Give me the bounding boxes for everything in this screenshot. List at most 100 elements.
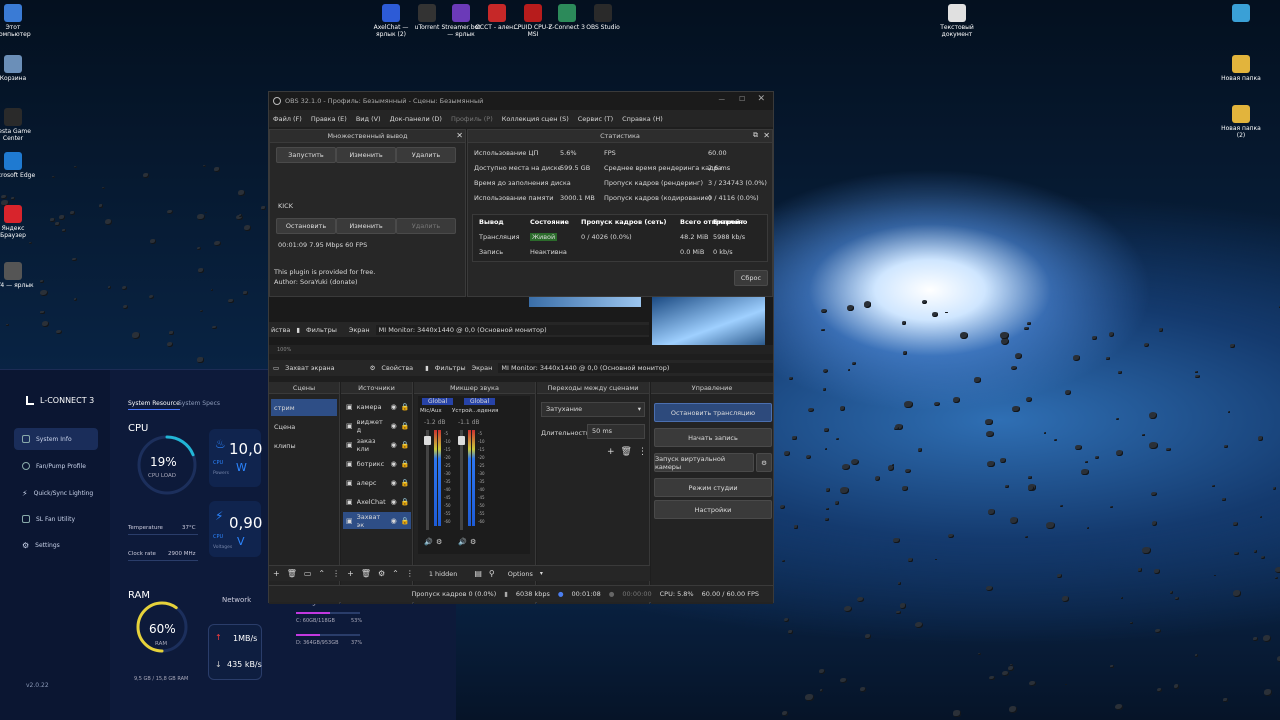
lock-icon[interactable]: 🔒: [401, 403, 410, 411]
speaker-icon[interactable]: 🔊: [458, 538, 467, 546]
eye-icon[interactable]: ◉: [391, 422, 397, 430]
eye-icon[interactable]: ◉: [391, 460, 397, 468]
remove-source-icon[interactable]: 🗑: [361, 569, 371, 578]
mixer-layout-icon[interactable]: ▤: [474, 569, 482, 578]
stop-stream-button[interactable]: Остановить трансляцию: [654, 403, 772, 422]
more-icon[interactable]: ⋮: [638, 447, 647, 457]
properties-partial[interactable]: йства: [271, 326, 290, 334]
filters-button[interactable]: Фильтры: [435, 364, 466, 372]
eye-icon[interactable]: ◉: [391, 441, 397, 449]
duration-input[interactable]: 50 ms: [587, 424, 645, 439]
add-source-icon[interactable]: +: [347, 569, 354, 578]
remove-scene-icon[interactable]: 🗑: [287, 569, 297, 578]
scene-item[interactable]: стрим: [271, 399, 337, 416]
nav-fan-pump[interactable]: Fan/Pump Profile: [14, 455, 98, 477]
source-up-icon[interactable]: ⌃: [392, 569, 399, 578]
virtual-camera-button[interactable]: Запуск виртуальной камеры: [654, 453, 754, 472]
undock-icon[interactable]: ⧉: [753, 131, 758, 140]
lock-icon[interactable]: 🔒: [401, 422, 410, 430]
desktop-icon-recycle-bin[interactable]: Корзина: [0, 55, 36, 82]
multi-start-button[interactable]: Запустить: [276, 147, 336, 163]
eye-icon[interactable]: ◉: [391, 517, 397, 525]
desktop-icon-yandex[interactable]: Яндекс Браузер: [0, 205, 36, 239]
zoom-level[interactable]: 100%: [277, 347, 291, 353]
desktop-icon-shortcut[interactable]: ref4 — ярлык: [0, 262, 36, 289]
source-item[interactable]: ▣ AxelChat ◉ 🔒: [343, 493, 411, 510]
menu-view[interactable]: Вид (V): [356, 115, 381, 123]
menu-scene-collection[interactable]: Коллекция сцен (S): [502, 115, 569, 123]
start-recording-button[interactable]: Начать запись: [654, 428, 772, 447]
desktop-icon-new-folder[interactable]: Новая папка: [1218, 55, 1264, 82]
menu-tools[interactable]: Сервис (T): [578, 115, 613, 123]
lock-icon[interactable]: 🔒: [401, 460, 410, 468]
volume-slider[interactable]: [426, 430, 429, 530]
plus-icon[interactable]: +: [607, 447, 615, 457]
eye-icon[interactable]: ◉: [391, 403, 397, 411]
nav-sl-fan[interactable]: SL Fan Utility: [14, 508, 98, 530]
close-dock-icon[interactable]: ✕: [456, 131, 463, 140]
desktop-icon-textdoc[interactable]: Текстовый документ: [934, 4, 980, 38]
multi-delete2-button[interactable]: Удалить: [396, 218, 456, 234]
source-gear-icon[interactable]: ⚙: [378, 569, 385, 578]
more-icon[interactable]: ⋮: [406, 569, 414, 578]
multi-edit2-button[interactable]: Изменить: [336, 218, 396, 234]
properties-button[interactable]: Свойства: [381, 364, 413, 372]
scene-item[interactable]: клипы: [271, 437, 337, 454]
desktop-icon-this-pc[interactable]: Этот компьютер: [0, 4, 36, 38]
tab-system-specs[interactable]: System Specs: [178, 400, 220, 407]
lock-icon[interactable]: 🔒: [401, 479, 410, 487]
tab-system-resource[interactable]: System Resource: [128, 400, 180, 410]
screen-select[interactable]: MI Monitor: 3440x1440 @ 0,0 (Основной мо…: [375, 324, 649, 335]
reset-button[interactable]: Сброс: [734, 270, 768, 286]
virtual-camera-settings[interactable]: ⚙: [756, 453, 772, 472]
menu-docks[interactable]: Док-панели (D): [390, 115, 442, 123]
desktop-icon-lesta[interactable]: Lesta Game Center: [0, 108, 36, 142]
desktop-icon-edge[interactable]: Microsoft Edge: [0, 152, 36, 179]
close-dock-icon[interactable]: ✕: [763, 131, 770, 140]
scene-filter-icon[interactable]: ▭: [304, 569, 312, 578]
minimize-icon[interactable]: —: [719, 95, 726, 103]
multi-delete-button[interactable]: Удалить: [396, 147, 456, 163]
menu-file[interactable]: Файл (F): [273, 115, 302, 123]
scene-item[interactable]: Сцена: [271, 418, 337, 435]
multi-edit-button[interactable]: Изменить: [336, 147, 396, 163]
eye-icon[interactable]: ◉: [391, 479, 397, 487]
plugin-author[interactable]: Author: SoraYuki (donate): [274, 278, 358, 286]
speaker-icon[interactable]: 🔊: [424, 538, 433, 546]
filters-button[interactable]: Фильтры: [306, 326, 337, 334]
menu-profile[interactable]: Профиль (P): [451, 115, 493, 123]
lock-icon[interactable]: 🔒: [401, 498, 410, 506]
mixer-gear-icon[interactable]: ⚙: [436, 538, 442, 546]
nav-settings[interactable]: ⚙ Settings: [14, 534, 98, 556]
screen-select[interactable]: MI Monitor: 3440x1440 @ 0,0 (Основной мо…: [498, 363, 773, 373]
multi-stop-button[interactable]: Остановить: [276, 218, 336, 234]
desktop-icon-new-folder-2[interactable]: Новая папка (2): [1218, 105, 1264, 139]
menu-help[interactable]: Справка (H): [622, 115, 663, 123]
source-item[interactable]: ▣ ботрикс ◉ 🔒: [343, 455, 411, 472]
nav-lighting[interactable]: ⚡ Quick/Sync Lighting: [14, 482, 98, 504]
lock-icon[interactable]: 🔒: [401, 441, 410, 449]
trash-icon[interactable]: 🗑: [621, 447, 632, 457]
mixer-options-button[interactable]: Options: [508, 570, 533, 578]
studio-mode-button[interactable]: Режим студии: [654, 478, 772, 497]
source-item[interactable]: ▣ камера ◉ 🔒: [343, 398, 411, 415]
source-item[interactable]: ▣ заказ кли ◉ 🔒: [343, 436, 411, 453]
lock-icon[interactable]: 🔒: [401, 517, 410, 525]
mixer-gear-icon[interactable]: ⚙: [470, 538, 476, 546]
volume-handle[interactable]: [424, 436, 431, 445]
volume-slider[interactable]: [460, 430, 463, 530]
move-up-icon[interactable]: ⌃: [318, 569, 325, 578]
menu-edit[interactable]: Правка (E): [311, 115, 347, 123]
nav-system-info[interactable]: System Info: [14, 428, 98, 450]
source-item[interactable]: ▣ виджет д ◉ 🔒: [343, 417, 411, 434]
add-scene-icon[interactable]: +: [273, 569, 280, 578]
close-icon[interactable]: ✕: [757, 94, 765, 104]
source-item[interactable]: ▣ Захват эк ◉ 🔒: [343, 512, 411, 529]
transition-select[interactable]: Затухание ▾: [541, 402, 645, 417]
more-icon[interactable]: ⋮: [332, 569, 340, 578]
volume-handle[interactable]: [458, 436, 465, 445]
maximize-icon[interactable]: ☐: [739, 95, 745, 103]
mixer-ch2-label[interactable]: Устрой...едения: [452, 408, 498, 414]
settings-button[interactable]: Настройки: [654, 500, 772, 519]
source-item[interactable]: ▣ алерс ◉ 🔒: [343, 474, 411, 491]
